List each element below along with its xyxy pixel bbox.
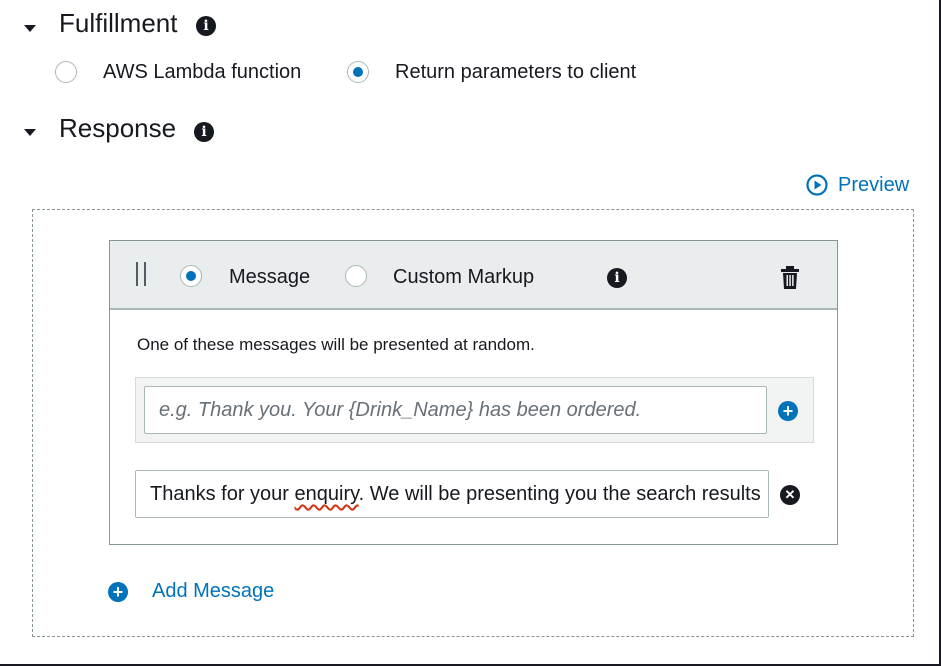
new-message-row: +	[135, 377, 814, 443]
message-type-label[interactable]: Message	[229, 266, 310, 289]
message-card-header: Message Custom Markup i	[110, 241, 837, 310]
return-parameters-label[interactable]: Return parameters to client	[395, 61, 636, 84]
preview-button[interactable]: Preview	[806, 172, 916, 198]
response-info-icon[interactable]: i	[194, 122, 214, 142]
play-circle-icon	[806, 174, 828, 196]
aws-lambda-label[interactable]: AWS Lambda function	[103, 61, 301, 84]
aws-lambda-radio[interactable]	[55, 61, 77, 83]
return-parameters-radio[interactable]	[347, 61, 369, 83]
add-message-button[interactable]: + Add Message	[108, 580, 298, 606]
add-message-icon: +	[108, 582, 128, 602]
trash-icon[interactable]	[779, 266, 801, 290]
random-message-help-text: One of these messages will be presented …	[137, 335, 535, 354]
add-circle-icon[interactable]: +	[778, 401, 798, 421]
card-info-icon[interactable]: i	[607, 268, 627, 288]
response-collapse-caret-icon[interactable]	[24, 129, 36, 136]
preview-label[interactable]: Preview	[838, 174, 909, 197]
remove-circle-icon[interactable]: ✕	[780, 485, 800, 505]
fulfillment-collapse-caret-icon[interactable]	[24, 25, 36, 32]
message-text-field[interactable]: Thanks for your enquiry. We will be pres…	[135, 470, 769, 518]
fulfillment-title: Fulfillment	[59, 8, 178, 38]
response-title: Response	[59, 113, 177, 143]
new-message-input[interactable]	[144, 386, 767, 434]
custom-markup-radio[interactable]	[345, 265, 367, 287]
message-type-radio[interactable]	[180, 265, 202, 287]
drag-handle-icon[interactable]	[136, 262, 146, 286]
message-group-card: Message Custom Markup i One of these mes…	[109, 240, 838, 545]
message-text-value: Thanks for your enquiry. We will be pres…	[150, 483, 761, 505]
add-message-label[interactable]: Add Message	[152, 580, 274, 603]
custom-markup-label[interactable]: Custom Markup	[393, 266, 534, 289]
fulfillment-info-icon[interactable]: i	[196, 16, 216, 36]
